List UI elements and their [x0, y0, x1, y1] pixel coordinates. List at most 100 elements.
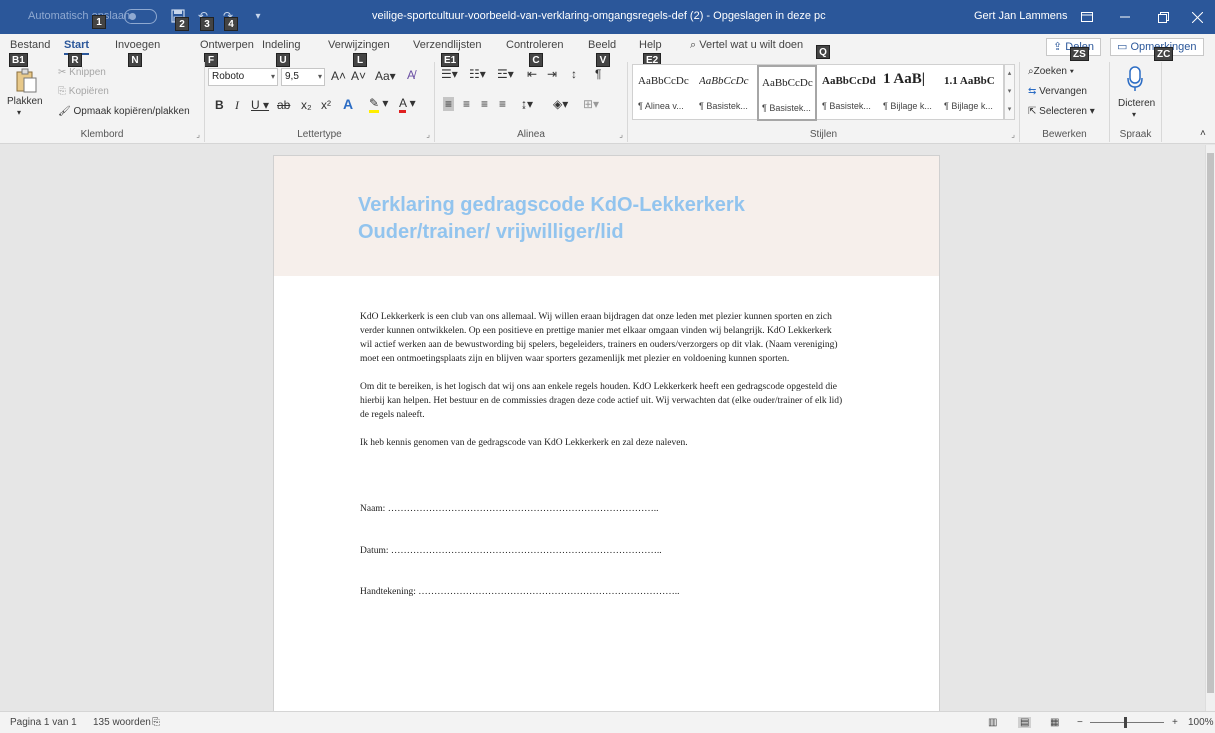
tab-ontwerpen[interactable]: Ontwerpen [200, 39, 254, 51]
subscript-icon[interactable]: x₂ [301, 98, 312, 112]
font-size-select[interactable]: 9,5 ▾ [281, 68, 325, 86]
read-mode-icon[interactable]: ▥ [988, 717, 997, 728]
zoom-slider-knob[interactable] [1124, 717, 1127, 728]
vertical-scrollbar[interactable] [1205, 145, 1215, 711]
tell-me-search[interactable]: ⌕ Vertel wat u wilt doen [690, 39, 803, 52]
change-case-icon[interactable]: Aa▾ [375, 69, 396, 83]
justify-icon[interactable]: ≡ [499, 97, 506, 111]
proofing-icon[interactable]: ⎘ [152, 717, 160, 728]
dialog-launcher-icon[interactable]: ⌟ [619, 130, 623, 139]
font-family-select[interactable]: Roboto ▾ [208, 68, 278, 86]
document-title: veilige-sportcultuur-voorbeeld-van-verkl… [372, 10, 826, 22]
restore-icon[interactable] [1144, 0, 1182, 34]
superscript-icon[interactable]: x² [321, 98, 331, 112]
find-button[interactable]: ⌕Zoeken ▾ [1028, 66, 1074, 77]
align-left-icon[interactable]: ≡ [443, 97, 455, 111]
style-sample: AaBbCcDd [822, 75, 876, 87]
minimize-icon[interactable] [1106, 0, 1144, 34]
dialog-launcher-icon[interactable]: ⌟ [196, 130, 200, 139]
copy-label: Kopiëren [68, 86, 109, 97]
keytip: 3 [200, 17, 214, 31]
paste-icon[interactable] [12, 68, 40, 97]
autosave-toggle[interactable] [124, 9, 157, 24]
numbering-icon[interactable]: ☷▾ [469, 67, 486, 81]
shrink-font-icon[interactable]: A˅ [351, 69, 366, 83]
format-painter-button[interactable]: 🖌 Opmaak kopiëren/plakken [58, 106, 190, 117]
style-bijlage-2[interactable]: 1.1 AaBbC ¶ Bijlage k... [941, 65, 1001, 121]
bullets-icon[interactable]: ☰▾ [441, 67, 458, 81]
title-bar: Automatisch opslaan 1 2 ↶ 3 ↷ 4 ▾ veilig… [0, 0, 1215, 34]
zoom-slider[interactable] [1090, 717, 1164, 728]
decrease-indent-icon[interactable]: ⇤ [527, 67, 537, 81]
voice-group: Dicteren ▾ Spraak [1110, 62, 1162, 142]
zoom-out-icon[interactable]: − [1077, 717, 1083, 728]
highlight-icon[interactable]: ✎ ▾ [369, 96, 388, 113]
text-effects-icon[interactable]: A [343, 96, 353, 112]
microphone-icon[interactable] [1126, 66, 1144, 95]
tab-controleren[interactable]: Controleren [506, 39, 563, 51]
italic-icon[interactable]: I [235, 98, 239, 113]
align-center-icon[interactable]: ≡ [463, 97, 470, 111]
bold-icon[interactable]: B [215, 98, 224, 112]
select-button[interactable]: ⇱ Selecteren ▾ [1028, 106, 1095, 117]
paste-label[interactable]: Plakken [7, 96, 43, 107]
sort-icon[interactable]: ↕ [571, 67, 577, 81]
chevron-down-icon: ▾ [270, 72, 275, 81]
style-sample: AaBbCcDc [638, 75, 689, 87]
tab-verzendlijsten[interactable]: Verzendlijsten [413, 39, 482, 51]
strikethrough-icon[interactable]: ab [277, 98, 290, 112]
document-page[interactable]: Verklaring gedragscode KdO-Lekkerkerk Ou… [273, 155, 940, 711]
style-alinea[interactable]: AaBbCcDc ¶ Alinea v... [635, 65, 695, 121]
status-bar: Pagina 1 van 1 135 woorden ⎘ ▥ ▤ ▦ − + 1… [0, 711, 1215, 733]
shading-icon[interactable]: ◈▾ [553, 97, 568, 111]
styles-group: AaBbCcDc ¶ Alinea v... AaBbCcDc ¶ Basist… [628, 62, 1020, 142]
font-color-icon[interactable]: A ▾ [399, 96, 416, 113]
print-layout-icon[interactable]: ▤ [1018, 717, 1032, 728]
collapse-ribbon-icon[interactable]: ˄ [1200, 128, 1206, 139]
borders-icon[interactable]: ⊞▾ [583, 97, 599, 111]
dialog-launcher-icon[interactable]: ⌟ [426, 130, 430, 139]
user-name[interactable]: Gert Jan Lammens [974, 10, 1068, 22]
tab-help[interactable]: Help [639, 39, 662, 51]
ribbon-display-icon[interactable] [1068, 0, 1106, 34]
increase-indent-icon[interactable]: ⇥ [547, 67, 557, 81]
style-basistekst-3[interactable]: AaBbCcDd ¶ Basistek... [819, 65, 879, 121]
tab-invoegen[interactable]: Invoegen [115, 39, 160, 51]
cut-button[interactable]: ✂ Knippen [58, 67, 106, 78]
show-formatting-icon[interactable]: ¶ [595, 67, 601, 81]
page-count[interactable]: Pagina 1 van 1 [10, 717, 77, 728]
tab-indeling[interactable]: Indeling [262, 39, 301, 51]
align-right-icon[interactable]: ≡ [481, 97, 488, 111]
tab-verwijzingen[interactable]: Verwijzingen [328, 39, 390, 51]
paste-dropdown-icon[interactable]: ▾ [17, 108, 21, 117]
styles-scroll[interactable]: ▴ ▾ ▾ [1004, 64, 1015, 120]
clear-formatting-icon[interactable]: A̸ [407, 68, 415, 82]
tab-bestand[interactable]: Bestand [10, 39, 50, 51]
select-label: Selecteren [1039, 106, 1087, 117]
close-icon[interactable] [1178, 0, 1215, 34]
word-count[interactable]: 135 woorden [93, 717, 151, 728]
tab-beeld[interactable]: Beeld [588, 39, 616, 51]
zoom-level[interactable]: 100% [1188, 717, 1214, 728]
dialog-launcher-icon[interactable]: ⌟ [1011, 130, 1015, 139]
copy-button[interactable]: ⎘ Kopiëren [58, 86, 109, 97]
chevron-down-icon[interactable]: ▾ [1132, 110, 1136, 119]
underline-icon[interactable]: U ▾ [251, 98, 269, 112]
style-bijlage-1[interactable]: 1 AaB| ¶ Bijlage k... [880, 65, 940, 121]
style-basistekst-2[interactable]: AaBbCcDc ¶ Basistek... [757, 65, 817, 121]
document-body: KdO Lekkerkerk is een club van ons allem… [360, 310, 845, 464]
line-spacing-icon[interactable]: ↨▾ [521, 97, 533, 111]
tab-start[interactable]: Start [64, 39, 90, 55]
chevron-down-icon: ▾ [317, 72, 322, 81]
multilevel-list-icon[interactable]: ☲▾ [497, 67, 514, 81]
replace-label: Vervangen [1039, 86, 1087, 97]
dictate-label[interactable]: Dicteren [1118, 98, 1155, 109]
replace-button[interactable]: ⇆ Vervangen [1028, 86, 1087, 97]
style-basistekst-1[interactable]: AaBbCcDc ¶ Basistek... [696, 65, 756, 121]
web-layout-icon[interactable]: ▦ [1050, 717, 1059, 728]
grow-font-icon[interactable]: A˄ [331, 69, 346, 83]
customize-qat-icon[interactable]: ▾ [250, 6, 266, 26]
zoom-in-icon[interactable]: + [1172, 717, 1178, 728]
styles-gallery: AaBbCcDc ¶ Alinea v... AaBbCcDc ¶ Basist… [632, 64, 1004, 121]
scrollbar-thumb[interactable] [1207, 153, 1214, 693]
